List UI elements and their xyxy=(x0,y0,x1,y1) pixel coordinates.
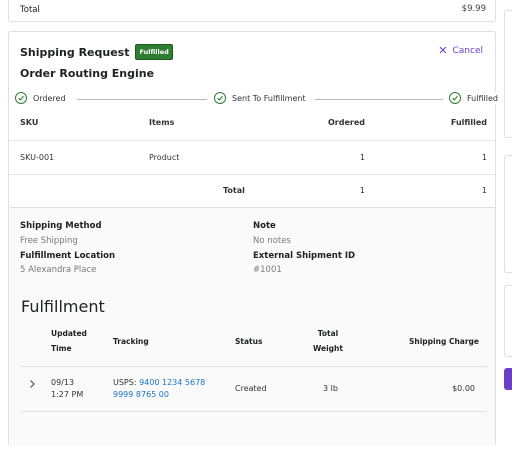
progress-line xyxy=(77,99,207,100)
note-label: Note xyxy=(253,221,276,231)
table-row: SKU-001 Product 1 1 xyxy=(9,140,495,174)
updated-time-cell: 09/13 1:27 PM xyxy=(51,377,83,401)
chevron-right-icon[interactable] xyxy=(26,378,38,390)
header-line: Weight xyxy=(313,344,343,353)
external-shipment-id-value: #1001 xyxy=(253,265,282,275)
shipping-request-title: Shipping Request xyxy=(20,45,130,59)
column-header-tracking: Tracking xyxy=(113,337,149,346)
column-header-ordered: Ordered xyxy=(328,118,365,127)
fulfillment-row[interactable]: 09/13 1:27 PM USPS: 9400 1234 5678 9999 8… xyxy=(21,367,487,411)
column-header-total-weight: Total Weight xyxy=(311,326,345,356)
order-summary-card: Total $9.99 xyxy=(8,0,496,22)
check-circle-icon xyxy=(449,92,461,104)
shipping-charge-cell: $0.00 xyxy=(452,384,475,393)
shipping-request-card: Shipping Request Fulfilled ✕ Cancel Orde… xyxy=(8,31,498,446)
fulfilled-cell: 1 xyxy=(481,153,487,162)
header-line: Updated xyxy=(51,329,87,338)
updated-time: 1:27 PM xyxy=(51,390,84,399)
side-action-button[interactable] xyxy=(504,368,512,390)
divider xyxy=(21,411,487,412)
header-line: Time xyxy=(51,344,72,353)
summary-total-value: $9.99 xyxy=(461,4,486,14)
step-fulfilled: Fulfilled xyxy=(449,92,498,104)
total-label: Total xyxy=(223,186,245,195)
column-header-items: Items xyxy=(149,118,175,127)
shipping-method-label: Shipping Method xyxy=(20,221,102,231)
weight-cell: 3 lb xyxy=(323,384,338,393)
status-badge: Fulfilled xyxy=(135,44,173,60)
external-shipment-id-label: External Shipment ID xyxy=(253,251,356,261)
total-fulfilled: 1 xyxy=(481,186,487,195)
column-header-shipping-charge: Shipping Charge xyxy=(409,337,479,346)
step-label: Fulfilled xyxy=(467,93,498,103)
summary-total-label: Total xyxy=(20,5,40,15)
side-panel xyxy=(504,285,512,357)
shipment-details-panel: Shipping Method Free Shipping Fulfillmen… xyxy=(10,207,495,446)
step-label: Ordered xyxy=(33,93,66,103)
cancel-button[interactable]: ✕ Cancel xyxy=(438,45,483,56)
progress-tracker: Ordered Sent To Fulfillment Fulfilled xyxy=(15,92,498,106)
progress-line xyxy=(315,99,443,100)
column-header-fulfilled: Fulfilled xyxy=(450,118,487,127)
header-line: Total xyxy=(317,329,339,338)
carrier-label: USPS: xyxy=(113,378,137,387)
fulfillment-location-value: 5 Alexandra Place xyxy=(20,265,97,275)
fulfillment-title: Fulfillment xyxy=(21,297,105,316)
column-header-updated-time: Updated Time xyxy=(51,326,87,356)
step-ordered: Ordered xyxy=(15,92,66,104)
column-header-status: Status xyxy=(235,337,263,346)
routing-engine-title: Order Routing Engine xyxy=(20,67,155,80)
column-header-sku: SKU xyxy=(20,118,39,127)
tracking-link[interactable]: 9400 1234 5678 xyxy=(139,378,205,387)
ordered-cell: 1 xyxy=(359,153,365,162)
sku-cell: SKU-001 xyxy=(20,153,55,162)
step-sent-to-fulfillment: Sent To Fulfillment xyxy=(214,92,306,104)
total-ordered: 1 xyxy=(359,186,365,195)
tracking-cell: USPS: 9400 1234 5678 9999 8765 00 xyxy=(113,377,205,401)
side-panel xyxy=(504,155,512,273)
note-value: No notes xyxy=(253,236,291,246)
fulfillment-location-label: Fulfillment Location xyxy=(20,251,116,261)
check-circle-icon xyxy=(214,92,226,104)
close-icon: ✕ xyxy=(438,44,448,57)
cancel-label: Cancel xyxy=(452,45,484,56)
updated-date: 09/13 xyxy=(51,378,75,387)
status-cell: Created xyxy=(235,384,267,393)
item-cell: Product xyxy=(149,153,180,162)
shipping-method-value: Free Shipping xyxy=(20,236,78,246)
check-circle-icon xyxy=(15,92,27,104)
table-total-row: Total 1 1 xyxy=(9,174,495,206)
step-label: Sent To Fulfillment xyxy=(232,93,306,103)
side-panel xyxy=(504,10,512,138)
shipping-request-header: Shipping Request Fulfilled xyxy=(20,44,173,60)
tracking-link[interactable]: 9999 8765 00 xyxy=(113,390,169,399)
